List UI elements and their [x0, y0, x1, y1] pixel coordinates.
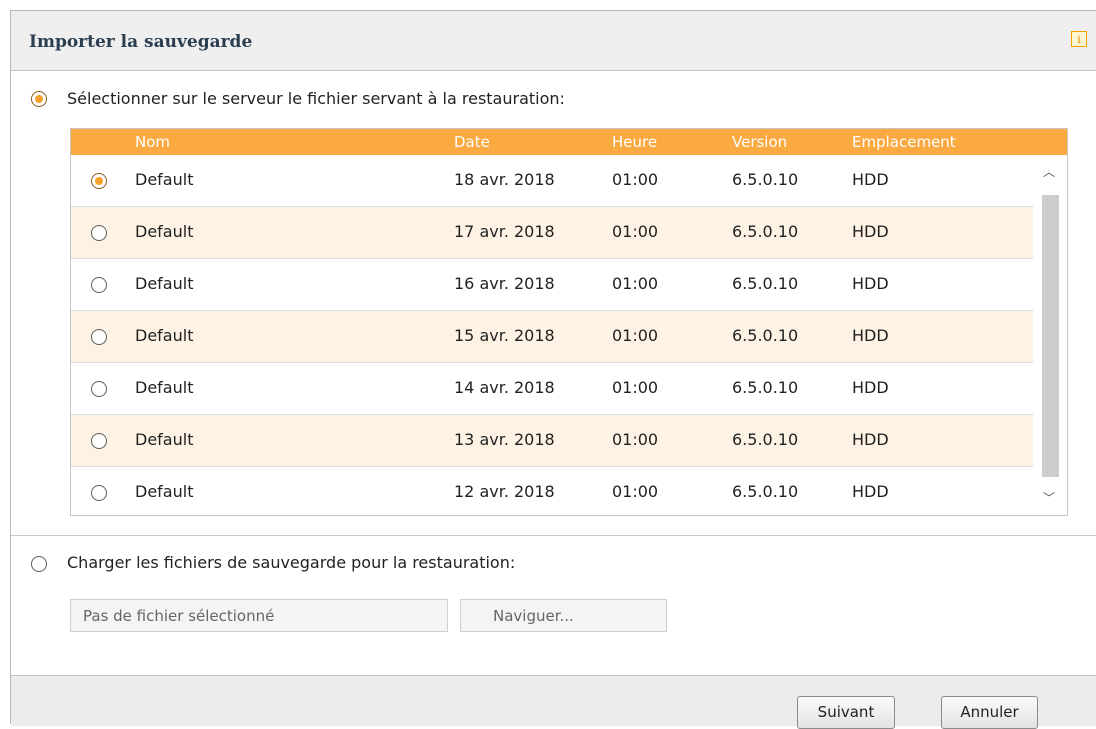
scroll-thumb[interactable] [1042, 195, 1059, 477]
row-location-cell: HDD [852, 430, 889, 449]
row-time-cell: 01:00 [612, 274, 659, 293]
row-radio[interactable] [91, 433, 107, 449]
row-name-cell: Default [135, 430, 194, 449]
table-scrollbar[interactable]: ︿ ﹀ [1033, 155, 1067, 515]
row-radio[interactable] [91, 225, 107, 241]
table-header: Nom Date Heure Version Emplacement [71, 129, 1067, 155]
row-time-cell: 01:00 [612, 430, 659, 449]
table-row[interactable]: Default 17 avr. 2018 01:00 6.5.0.10 HDD [71, 207, 1033, 259]
row-radio[interactable] [91, 173, 107, 189]
cancel-button[interactable]: Annuler [941, 696, 1038, 729]
row-time-cell: 01:00 [612, 222, 659, 241]
row-date-cell: 16 avr. 2018 [454, 274, 555, 293]
row-version-cell: 6.5.0.10 [732, 326, 799, 345]
row-location-cell: HDD [852, 378, 889, 397]
browse-button[interactable]: Naviguer... [460, 599, 667, 632]
scroll-up-icon[interactable]: ︿ [1043, 163, 1055, 180]
row-name-cell: Default [135, 378, 194, 397]
column-header-version[interactable]: Version [732, 133, 787, 151]
row-date-cell: 17 avr. 2018 [454, 222, 555, 241]
row-location-cell: HDD [852, 222, 889, 241]
upload-option-radio[interactable] [31, 556, 47, 572]
row-name-cell: Default [135, 482, 194, 501]
table-row[interactable]: Default 18 avr. 2018 01:00 6.5.0.10 HDD [71, 155, 1033, 207]
scroll-down-icon[interactable]: ﹀ [1043, 489, 1055, 506]
row-time-cell: 01:00 [612, 170, 659, 189]
row-time-cell: 01:00 [612, 326, 659, 345]
row-date-cell: 12 avr. 2018 [454, 482, 555, 501]
dialog-footer: Suivant Annuler [11, 675, 1096, 729]
column-header-location[interactable]: Emplacement [852, 133, 956, 151]
row-date-cell: 15 avr. 2018 [454, 326, 555, 345]
upload-option-label: Charger les fichiers de sauvegarde pour … [67, 553, 516, 572]
backup-table: Nom Date Heure Version Emplacement Defau… [70, 128, 1068, 516]
row-name-cell: Default [135, 222, 194, 241]
column-header-name[interactable]: Nom [135, 133, 170, 151]
row-radio[interactable] [91, 485, 107, 501]
row-date-cell: 18 avr. 2018 [454, 170, 555, 189]
dialog-title: Importer la sauvegarde [29, 32, 253, 52]
row-date-cell: 13 avr. 2018 [454, 430, 555, 449]
row-name-cell: Default [135, 170, 194, 189]
row-radio[interactable] [91, 329, 107, 345]
column-header-time[interactable]: Heure [612, 133, 657, 151]
table-row[interactable]: Default 14 avr. 2018 01:00 6.5.0.10 HDD [71, 363, 1033, 415]
import-backup-dialog: Importer la sauvegarde i Sélectionner su… [10, 10, 1096, 729]
table-row[interactable]: Default 13 avr. 2018 01:00 6.5.0.10 HDD [71, 415, 1033, 467]
next-button[interactable]: Suivant [797, 696, 895, 729]
row-name-cell: Default [135, 274, 194, 293]
row-location-cell: HDD [852, 170, 889, 189]
file-name-field[interactable]: Pas de fichier sélectionné [70, 599, 448, 632]
row-version-cell: 6.5.0.10 [732, 430, 799, 449]
row-time-cell: 01:00 [612, 482, 659, 501]
table-row[interactable]: Default 12 avr. 2018 01:00 6.5.0.10 HDD [71, 467, 1033, 515]
row-date-cell: 14 avr. 2018 [454, 378, 555, 397]
row-version-cell: 6.5.0.10 [732, 222, 799, 241]
row-version-cell: 6.5.0.10 [732, 170, 799, 189]
row-radio[interactable] [91, 381, 107, 397]
row-location-cell: HDD [852, 482, 889, 501]
column-header-date[interactable]: Date [454, 133, 490, 151]
section-divider [11, 535, 1096, 536]
row-location-cell: HDD [852, 326, 889, 345]
row-version-cell: 6.5.0.10 [732, 482, 799, 501]
row-location-cell: HDD [852, 274, 889, 293]
server-option-label: Sélectionner sur le serveur le fichier s… [67, 89, 565, 108]
server-option-radio[interactable] [31, 91, 47, 107]
row-time-cell: 01:00 [612, 378, 659, 397]
dialog-header: Importer la sauvegarde i [11, 11, 1096, 71]
row-version-cell: 6.5.0.10 [732, 274, 799, 293]
row-name-cell: Default [135, 326, 194, 345]
table-row[interactable]: Default 16 avr. 2018 01:00 6.5.0.10 HDD [71, 259, 1033, 311]
row-version-cell: 6.5.0.10 [732, 378, 799, 397]
info-icon[interactable]: i [1071, 31, 1087, 47]
row-radio[interactable] [91, 277, 107, 293]
table-row[interactable]: Default 15 avr. 2018 01:00 6.5.0.10 HDD [71, 311, 1033, 363]
